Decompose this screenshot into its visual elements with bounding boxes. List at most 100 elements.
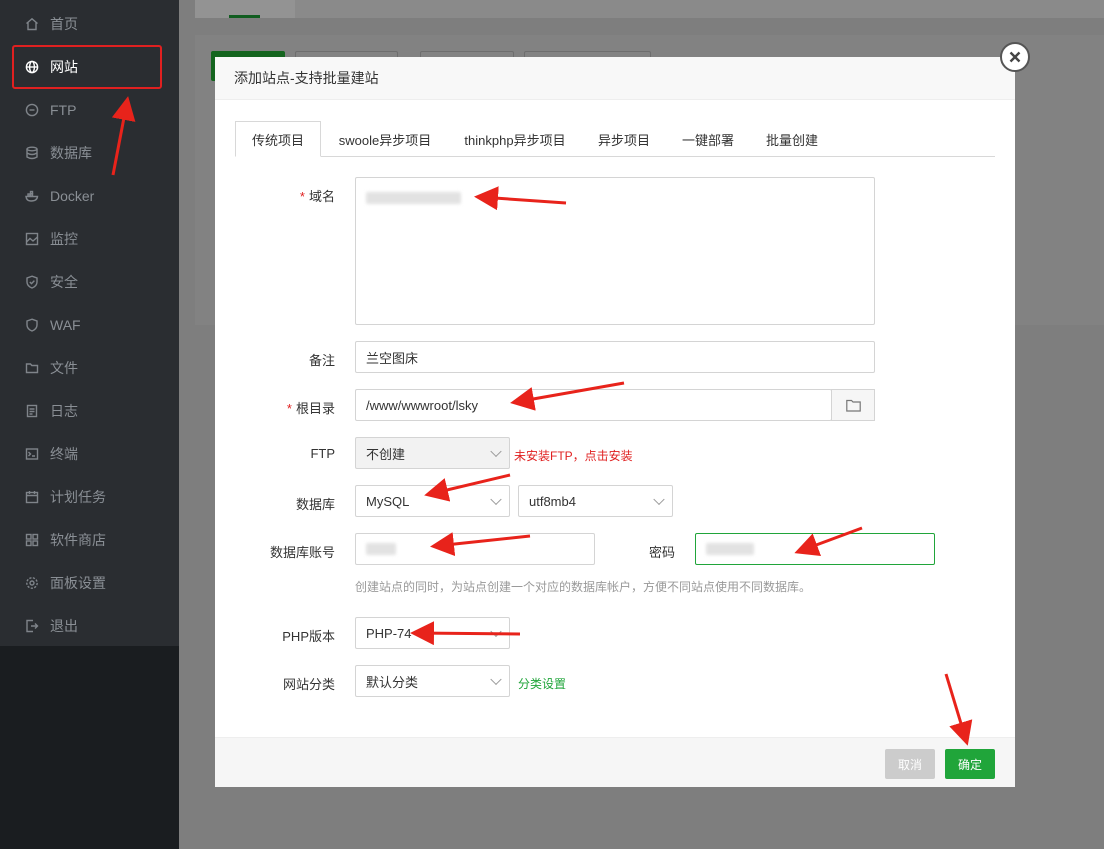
- sidebar-item-label: 安全: [50, 273, 78, 290]
- dialog-header: 添加站点-支持批量建站: [215, 57, 1015, 100]
- sidebar-item-label: 网站: [50, 58, 78, 75]
- gear-icon: [25, 576, 39, 590]
- sidebar-item-label: 文件: [50, 359, 78, 376]
- sidebar-item-label: WAF: [50, 316, 81, 333]
- sidebar-item-home[interactable]: 首页: [0, 2, 179, 45]
- database-label: 数据库: [295, 497, 335, 512]
- sidebar-item-website[interactable]: 网站: [0, 45, 179, 88]
- shield-icon: [25, 274, 39, 289]
- sidebar-item-label: 监控: [50, 230, 78, 247]
- calendar-icon: [25, 490, 39, 504]
- root-dir-label: * 根目录: [286, 401, 335, 416]
- db-hint-text: 创建站点的同时，为站点创建一个对应的数据库帐户，方便不同站点使用不同数据库。: [355, 580, 812, 594]
- ftp-icon: [25, 103, 39, 117]
- sidebar-item-label: 终端: [50, 445, 78, 462]
- sidebar-item-cron[interactable]: 计划任务: [0, 475, 179, 518]
- redacted-db-user: [366, 543, 396, 555]
- sidebar-item-terminal[interactable]: 终端: [0, 432, 179, 475]
- sidebar-item-label: 面板设置: [50, 574, 106, 591]
- db-password-input[interactable]: [695, 533, 935, 565]
- chevron-down-icon: [490, 673, 502, 686]
- category-value: 默认分类: [366, 674, 419, 690]
- root-dir-value: /www/wwwroot/lsky: [366, 397, 478, 413]
- sidebar-item-label: 软件商店: [50, 531, 106, 548]
- project-tabs: 传统项目 swoole异步项目 thinkphp异步项目 异步项目 一键部署 批…: [235, 121, 995, 157]
- chevron-down-icon: [490, 625, 502, 638]
- sidebar-item-database[interactable]: 数据库: [0, 131, 179, 174]
- sidebar-item-label: 退出: [50, 617, 78, 634]
- dialog-footer: 取消 确定: [215, 737, 1015, 787]
- sidebar-item-monitor[interactable]: 监控: [0, 217, 179, 260]
- sidebar-item-label: 数据库: [50, 144, 92, 161]
- sidebar-menu: 首页 网站 FTP 数据库 Docker 监控 安全 WAF 文件 日志 终端 …: [0, 0, 179, 646]
- category-select[interactable]: 默认分类: [355, 665, 510, 697]
- close-dialog-button[interactable]: [1000, 42, 1030, 72]
- apps-icon: [25, 533, 39, 547]
- chevron-down-icon: [490, 445, 502, 458]
- ftp-label: FTP: [310, 446, 335, 461]
- sidebar-item-waf[interactable]: WAF: [0, 303, 179, 346]
- tab-swoole[interactable]: swoole异步项目: [331, 121, 439, 157]
- db-password-label: 密码: [648, 545, 675, 560]
- chevron-down-icon: [653, 493, 665, 506]
- db-user-input[interactable]: [355, 533, 595, 565]
- waf-icon: [25, 317, 39, 332]
- remark-input[interactable]: 兰空图床: [355, 341, 875, 373]
- domain-label: * 域名: [299, 189, 335, 204]
- remark-value: 兰空图床: [366, 350, 419, 366]
- tab-batch-create[interactable]: 批量创建: [759, 121, 825, 157]
- background-tabstrip: [195, 0, 1104, 18]
- sidebar-item-settings[interactable]: 面板设置: [0, 561, 179, 604]
- ftp-select[interactable]: 不创建: [355, 437, 510, 469]
- tab-traditional[interactable]: 传统项目: [235, 121, 321, 157]
- remark-label: 备注: [308, 353, 335, 368]
- database-type-select[interactable]: MySQL: [355, 485, 510, 517]
- dialog-title: 添加站点-支持批量建站: [234, 70, 379, 86]
- php-version-select[interactable]: PHP-74: [355, 617, 510, 649]
- close-icon: [1009, 51, 1021, 63]
- ftp-value: 不创建: [366, 446, 406, 462]
- redacted-domain: [366, 192, 461, 204]
- sidebar-item-logout[interactable]: 退出: [0, 604, 179, 647]
- chevron-down-icon: [490, 493, 502, 506]
- terminal-icon: [25, 447, 39, 461]
- tab-async[interactable]: 异步项目: [591, 121, 657, 157]
- sidebar-item-logs[interactable]: 日志: [0, 389, 179, 432]
- category-settings-link[interactable]: 分类设置: [518, 675, 566, 692]
- root-dir-input[interactable]: /www/wwwroot/lsky: [355, 389, 832, 421]
- redacted-db-password: [706, 543, 754, 555]
- folder-icon: [25, 361, 39, 375]
- category-label: 网站分类: [282, 677, 335, 692]
- sidebar-item-label: 首页: [50, 15, 78, 32]
- database-icon: [25, 146, 39, 160]
- home-icon: [25, 17, 39, 31]
- docker-icon: [25, 189, 39, 203]
- sidebar-item-label: FTP: [50, 101, 77, 118]
- php-version-value: PHP-74: [366, 625, 412, 641]
- browse-folder-button[interactable]: [831, 389, 875, 421]
- db-user-label: 数据库账号: [269, 545, 335, 560]
- php-version-label: PHP版本: [282, 629, 335, 644]
- confirm-button[interactable]: 确定: [945, 749, 995, 779]
- globe-icon: [25, 60, 39, 74]
- database-type-value: MySQL: [366, 493, 410, 509]
- sidebar-item-docker[interactable]: Docker: [0, 174, 179, 217]
- tab-one-click-deploy[interactable]: 一键部署: [675, 121, 741, 157]
- monitor-icon: [25, 232, 39, 246]
- install-ftp-link[interactable]: 未安装FTP，点击安装: [514, 447, 633, 464]
- sidebar-item-label: Docker: [50, 187, 95, 204]
- background-tab-indicator: [229, 15, 260, 18]
- charset-select[interactable]: utf8mb4: [518, 485, 673, 517]
- domain-textarea[interactable]: [355, 177, 875, 325]
- sidebar-item-files[interactable]: 文件: [0, 346, 179, 389]
- sidebar: 首页 网站 FTP 数据库 Docker 监控 安全 WAF 文件 日志 终端 …: [0, 0, 179, 849]
- log-icon: [25, 404, 39, 418]
- sidebar-item-security[interactable]: 安全: [0, 260, 179, 303]
- logout-icon: [25, 619, 39, 633]
- tab-thinkphp[interactable]: thinkphp异步项目: [457, 121, 573, 157]
- sidebar-item-label: 计划任务: [50, 488, 106, 505]
- sidebar-item-ftp[interactable]: FTP: [0, 88, 179, 131]
- sidebar-item-store[interactable]: 软件商店: [0, 518, 179, 561]
- folder-icon: [845, 399, 861, 412]
- cancel-button[interactable]: 取消: [885, 749, 935, 779]
